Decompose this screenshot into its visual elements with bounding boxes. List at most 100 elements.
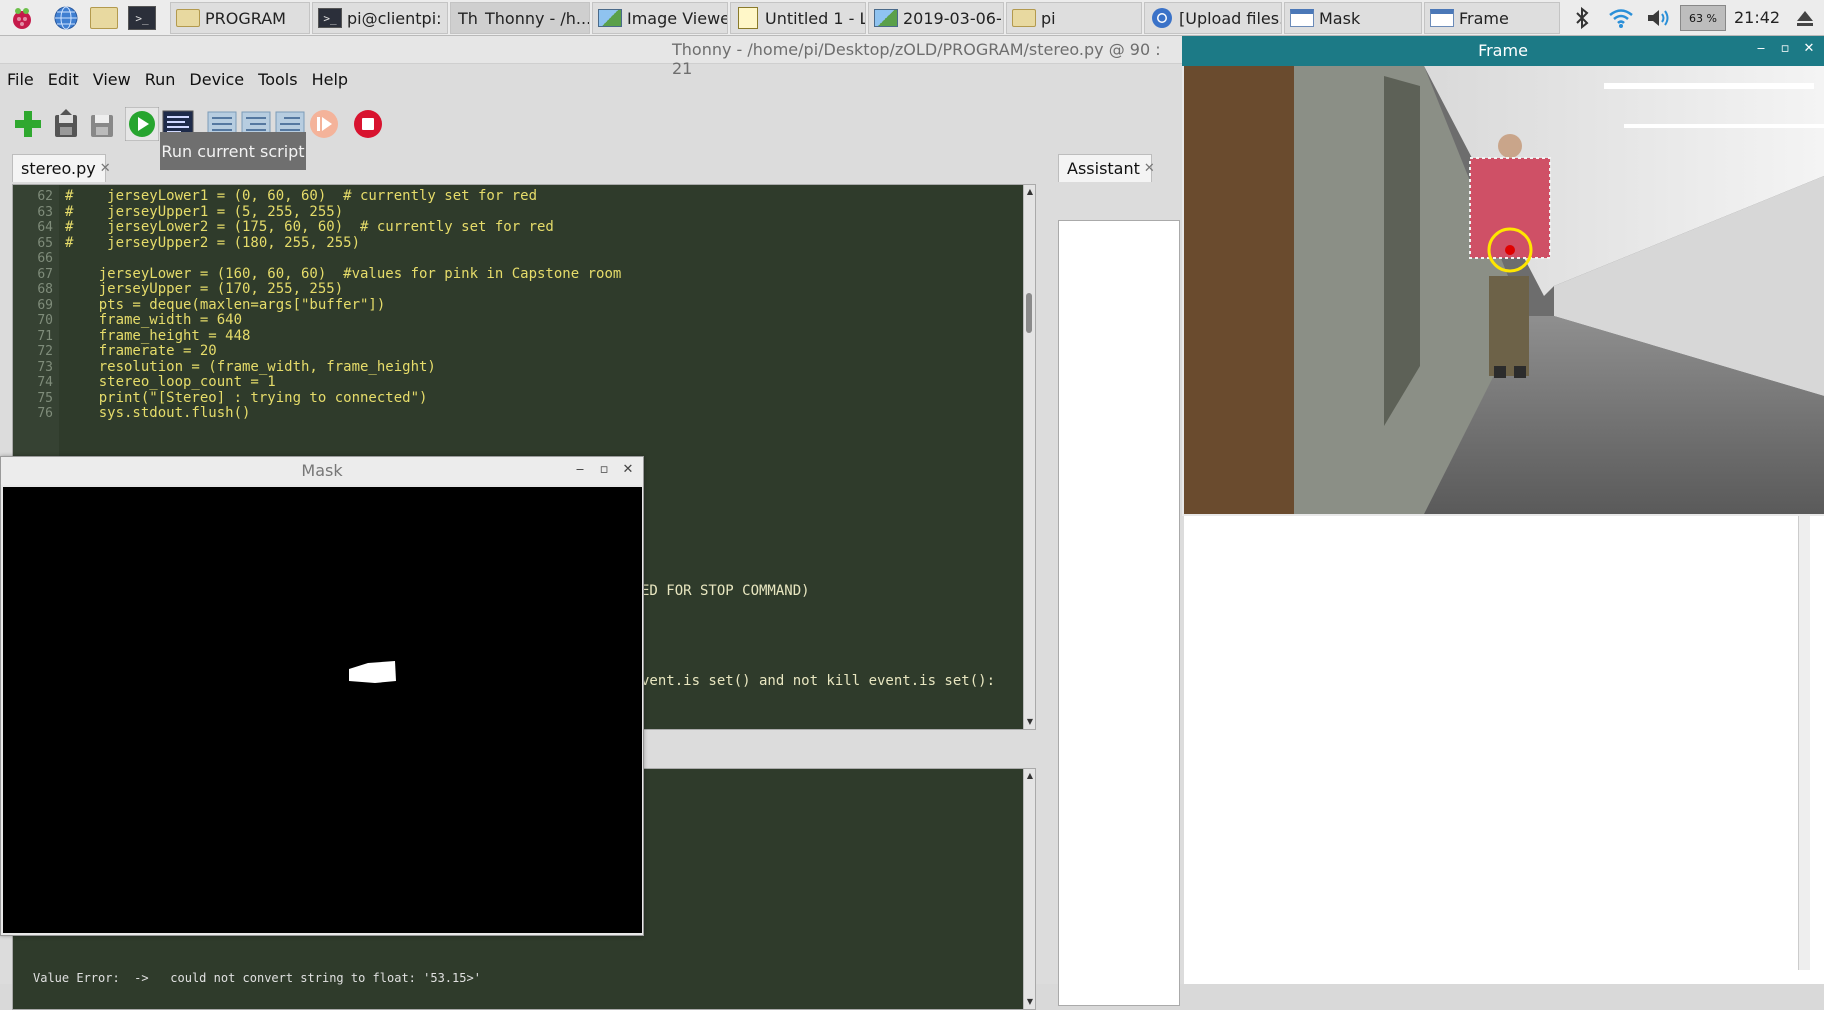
task-label: Untitled 1 - L... xyxy=(765,8,865,28)
tab-label: stereo.py xyxy=(21,159,96,178)
maximize-icon[interactable]: ▫ xyxy=(1776,40,1794,58)
menu-tools[interactable]: Tools xyxy=(251,66,304,96)
tab-label: Assistant xyxy=(1067,159,1140,178)
code-line: print("[Stereo] : trying to connected") xyxy=(65,389,428,406)
task-label: pi@clientpi: ... xyxy=(347,8,447,28)
assistant-scrollbar[interactable] xyxy=(1798,516,1810,970)
terminal-icon: >_ xyxy=(317,7,343,29)
load-file-icon[interactable] xyxy=(48,106,84,142)
mask-title-bar[interactable]: Mask ‒ ▫ ✕ xyxy=(1,457,643,485)
window-title: Mask xyxy=(301,461,343,480)
run-tooltip: Run current script xyxy=(160,132,306,170)
line-number: 75 xyxy=(37,390,53,406)
bluetooth-icon[interactable] xyxy=(1568,0,1596,36)
line-number: 63 xyxy=(37,204,53,220)
window-icon xyxy=(1289,7,1315,29)
line-number: 76 xyxy=(37,406,53,421)
close-icon[interactable]: ✕ xyxy=(100,161,111,176)
task-pi-folder[interactable]: pi xyxy=(1006,2,1142,34)
task-frame-window[interactable]: Frame xyxy=(1424,2,1560,34)
shell-scrollbar[interactable]: ▲ ▼ xyxy=(1023,769,1035,1009)
task-thonny[interactable]: Th Thonny - /h... xyxy=(450,2,590,34)
new-file-icon[interactable] xyxy=(10,106,46,142)
mask-window: Mask ‒ ▫ ✕ xyxy=(0,456,644,936)
code-line: # jerseyUpper1 = (5, 255, 255) xyxy=(65,203,344,220)
line-number: 64 xyxy=(37,220,53,235)
save-file-icon[interactable] xyxy=(84,106,120,142)
line-number: 70 xyxy=(37,313,53,328)
run-icon[interactable] xyxy=(124,106,160,142)
assistant-panel xyxy=(1058,220,1180,1006)
web-browser-icon[interactable] xyxy=(50,3,82,33)
mask-blob xyxy=(349,661,396,683)
wifi-icon[interactable] xyxy=(1604,0,1638,36)
close-icon[interactable]: ✕ xyxy=(1800,40,1818,58)
scroll-up-icon[interactable]: ▲ xyxy=(1025,771,1035,781)
line-number: 62 xyxy=(37,189,53,204)
line-number: 66 xyxy=(37,251,53,266)
resume-icon[interactable] xyxy=(306,106,342,142)
tracking-center xyxy=(1505,245,1515,255)
code-line: sys.stdout.flush() xyxy=(65,405,251,421)
scrollbar-thumb[interactable] xyxy=(1026,293,1032,333)
mask-image xyxy=(3,487,642,933)
thonny-icon: Th xyxy=(458,8,478,28)
code-line: # jerseyLower1 = (0, 60, 60) # currently… xyxy=(65,188,538,204)
chromium-icon xyxy=(1149,7,1175,29)
task-label: pi xyxy=(1041,8,1056,28)
close-icon[interactable]: ✕ xyxy=(619,461,637,479)
raspberry-menu-icon[interactable] xyxy=(6,3,38,33)
code-line: resolution = (frame_width, frame_height) xyxy=(65,358,436,375)
stop-icon[interactable] xyxy=(350,106,386,142)
task-libreoffice[interactable]: Untitled 1 - L... xyxy=(730,2,866,34)
camera-frame-image xyxy=(1184,66,1824,514)
eject-icon[interactable] xyxy=(1790,0,1820,36)
scroll-up-icon[interactable]: ▲ xyxy=(1025,187,1035,197)
code-line: # jerseyUpper2 = (180, 255, 255) xyxy=(65,234,361,251)
taskbar: >_ PROGRAM >_ pi@clientpi: ... Th Thonny… xyxy=(0,0,1824,36)
code-line: jerseyUpper = (170, 255, 255) xyxy=(65,281,344,297)
menu-view[interactable]: View xyxy=(86,66,138,96)
shell-error-text: Value Error: -> could not convert string… xyxy=(33,971,481,985)
menu-run[interactable]: Run xyxy=(138,66,183,96)
task-image-viewer[interactable]: Image Viewer xyxy=(592,2,728,34)
frame-title-bar[interactable]: Frame ‒ ▫ ✕ xyxy=(1182,36,1824,66)
empty-desktop-area xyxy=(1184,516,1824,984)
thonny-title-bar: Thonny - /home/pi/Desktop/zOLD/PROGRAM/s… xyxy=(0,36,1184,78)
code-line: pts = deque(maxlen=args["buffer"]) xyxy=(65,296,386,313)
menu-file[interactable]: File xyxy=(0,66,41,96)
code-line: # jerseyLower2 = (175, 60, 60) # current… xyxy=(65,219,554,235)
task-label: [Upload files... xyxy=(1179,8,1281,28)
editor-scrollbar[interactable]: ▲ ▼ xyxy=(1023,185,1035,729)
scroll-down-icon[interactable]: ▼ xyxy=(1025,717,1035,727)
line-number: 67 xyxy=(37,266,53,282)
scroll-down-icon[interactable]: ▼ xyxy=(1025,997,1035,1007)
task-chromium-upload[interactable]: [Upload files... xyxy=(1144,2,1282,34)
tab-stereo-py[interactable]: stereo.py ✕ xyxy=(12,154,111,182)
clock[interactable]: 21:42 xyxy=(1734,0,1780,36)
menu-edit[interactable]: Edit xyxy=(41,66,86,96)
maximize-icon[interactable]: ▫ xyxy=(595,461,613,479)
window-icon xyxy=(1429,7,1455,29)
line-number: 72 xyxy=(37,344,53,359)
task-program[interactable]: PROGRAM xyxy=(170,2,310,34)
terminal-launcher-icon[interactable]: >_ xyxy=(126,3,158,33)
task-mask-window[interactable]: Mask xyxy=(1284,2,1422,34)
window-title: Thonny - /home/pi/Desktop/zOLD/PROGRAM/s… xyxy=(672,40,1161,78)
image-icon xyxy=(873,7,899,29)
menu-device[interactable]: Device xyxy=(182,66,251,96)
tab-assistant[interactable]: Assistant ✕ xyxy=(1058,154,1155,182)
menu-help[interactable]: Help xyxy=(305,66,355,96)
task-label: Image Viewer xyxy=(627,8,728,28)
file-manager-icon[interactable] xyxy=(88,3,120,33)
volume-icon[interactable] xyxy=(1642,0,1676,36)
menu-bar: File Edit View Run Device Tools Help xyxy=(0,66,355,96)
task-label: 2019-03-06-... xyxy=(903,8,1003,28)
code-line: framerate = 20 xyxy=(65,343,217,359)
code-line: frame_height = 448 xyxy=(65,327,251,344)
minimize-icon[interactable]: ‒ xyxy=(571,461,589,479)
task-image-2019[interactable]: 2019-03-06-... xyxy=(868,2,1004,34)
minimize-icon[interactable]: ‒ xyxy=(1752,40,1770,58)
close-icon[interactable]: ✕ xyxy=(1144,161,1155,176)
task-terminal[interactable]: >_ pi@clientpi: ... xyxy=(312,2,448,34)
